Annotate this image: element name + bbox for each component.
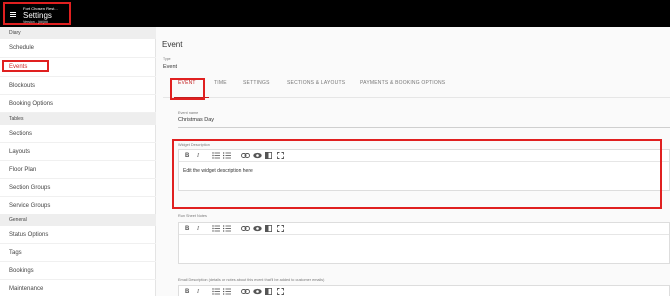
event-name-underline	[178, 127, 670, 128]
tab-bar: EVENT TIME SETTINGS SECTIONS & LAYOUTS P…	[163, 72, 670, 98]
type-value: Event	[163, 64, 178, 70]
tab-settings[interactable]: SETTINGS	[243, 80, 270, 86]
bullet-list-icon[interactable]	[212, 288, 220, 295]
event-name-input[interactable]: Christmas Day	[178, 117, 214, 123]
bold-icon[interactable]: B	[185, 225, 189, 233]
numbered-list-icon[interactable]	[223, 225, 231, 232]
tab-time[interactable]: TIME	[214, 80, 227, 86]
sidebar-section-general: General	[0, 214, 156, 226]
editor-toolbar: B I	[179, 223, 669, 235]
bold-icon[interactable]: B	[185, 288, 189, 296]
sidebar-section-diary: Diary	[0, 27, 156, 39]
sidebar-item-tags[interactable]: Tags	[0, 244, 156, 262]
preview-icon[interactable]	[253, 288, 262, 295]
sidebar-item-service-groups[interactable]: Service Groups	[0, 197, 156, 215]
side-by-side-icon[interactable]	[265, 225, 272, 232]
page-title: Event	[162, 40, 183, 49]
app-version: Version - (##)##	[23, 20, 48, 24]
italic-icon[interactable]: I	[197, 225, 199, 233]
events-highlight-box	[2, 60, 49, 72]
sidebar-item-floor-plan[interactable]: Floor Plan	[0, 161, 156, 179]
sidebar-item-booking-options[interactable]: Booking Options	[0, 95, 156, 113]
fullscreen-icon[interactable]	[277, 288, 284, 295]
sidebar-item-blockouts[interactable]: Blockouts	[0, 77, 156, 95]
event-name-label: Event name	[178, 111, 199, 115]
side-by-side-icon[interactable]	[265, 288, 272, 295]
type-label: Type	[163, 57, 171, 61]
hamburger-menu-icon[interactable]	[10, 12, 16, 18]
sidebar-section-tables: Tables	[0, 113, 156, 125]
sidebar-item-schedule[interactable]: Schedule	[0, 39, 156, 58]
top-bar: Fort Chosen Rest... Settings Version - (…	[0, 0, 670, 27]
sidebar-item-layouts[interactable]: Layouts	[0, 143, 156, 161]
preview-icon[interactable]	[253, 225, 262, 232]
event-tab-highlight-box	[170, 78, 205, 100]
run-sheet-notes-editor: B I	[178, 222, 670, 264]
numbered-list-icon[interactable]	[223, 288, 231, 295]
link-icon[interactable]	[241, 225, 250, 232]
sidebar-item-maintenance[interactable]: Maintenance	[0, 280, 156, 296]
tab-payments-booking-options[interactable]: PAYMENTS & BOOKING OPTIONS	[360, 80, 445, 86]
brand-block[interactable]: Fort Chosen Rest... Settings Version - (…	[3, 2, 71, 25]
email-description-editor: B I	[178, 285, 670, 296]
sidebar-item-status-options[interactable]: Status Options	[0, 226, 156, 244]
app-title: Settings	[23, 11, 52, 20]
sidebar-item-bookings[interactable]: Bookings	[0, 262, 156, 280]
tab-sections-layouts[interactable]: SECTIONS & LAYOUTS	[287, 80, 345, 86]
bullet-list-icon[interactable]	[212, 225, 220, 232]
link-icon[interactable]	[241, 288, 250, 295]
widget-description-highlight-box	[172, 139, 662, 209]
email-description-label: Email Description (details or notes abou…	[178, 278, 325, 282]
run-sheet-notes-text[interactable]	[179, 235, 669, 247]
sidebar-item-sections[interactable]: Sections	[0, 125, 156, 143]
run-sheet-notes-label: Run Sheet Notes	[178, 214, 207, 218]
italic-icon[interactable]: I	[197, 288, 199, 296]
sidebar-item-section-groups[interactable]: Section Groups	[0, 179, 156, 197]
fullscreen-icon[interactable]	[277, 225, 284, 232]
editor-toolbar: B I	[179, 286, 669, 296]
